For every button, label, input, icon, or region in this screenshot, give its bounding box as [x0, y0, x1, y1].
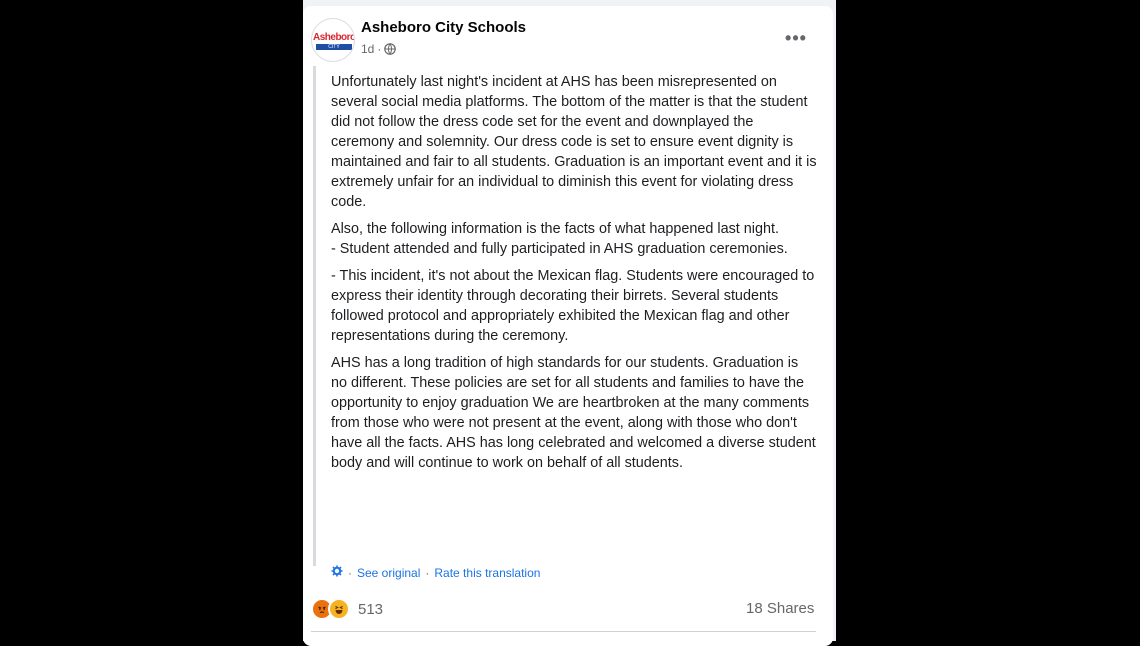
- page-avatar[interactable]: Asheboro CITY SCHOOLS: [311, 18, 355, 62]
- post-container: Asheboro CITY SCHOOLS Asheboro City Scho…: [303, 0, 836, 646]
- action-divider: [311, 631, 816, 632]
- post-timestamp[interactable]: 1d: [361, 42, 374, 56]
- gear-icon: [331, 565, 343, 580]
- haha-reaction-icon: [328, 598, 350, 620]
- more-options-button[interactable]: •••: [781, 28, 811, 48]
- post-meta: 1d ·: [361, 42, 397, 56]
- reactions-summary[interactable]: 513: [311, 598, 383, 620]
- translation-separator: ·: [425, 565, 430, 580]
- meta-separator: ·: [377, 42, 382, 56]
- rate-translation-link[interactable]: Rate this translation: [434, 566, 540, 580]
- translation-separator: ·: [348, 565, 352, 580]
- globe-icon[interactable]: [384, 43, 397, 55]
- post-paragraph: - This incident, it's not about the Mexi…: [331, 268, 815, 344]
- post-card: Asheboro CITY SCHOOLS Asheboro City Scho…: [303, 6, 833, 646]
- post-paragraph: Unfortunately last night's incident at A…: [331, 74, 817, 210]
- avatar-logo-subtext: CITY SCHOOLS: [316, 44, 352, 56]
- post-paragraph: AHS has a long tradition of high standar…: [331, 355, 816, 471]
- see-original-link[interactable]: See original: [357, 566, 420, 580]
- reaction-count[interactable]: 513: [358, 601, 383, 618]
- page-name-link[interactable]: Asheboro City Schools: [361, 19, 526, 36]
- translation-bar: · See original · Rate this translation: [331, 565, 540, 580]
- quote-bar: [313, 66, 316, 566]
- post-header: Asheboro CITY SCHOOLS Asheboro City Scho…: [303, 6, 833, 66]
- post-paragraph: Also, the following information is the f…: [331, 221, 788, 257]
- shares-count[interactable]: 18 Shares: [746, 600, 814, 617]
- post-body: Unfortunately last night's incident at A…: [331, 72, 817, 480]
- avatar-logo-text: Asheboro: [313, 32, 355, 43]
